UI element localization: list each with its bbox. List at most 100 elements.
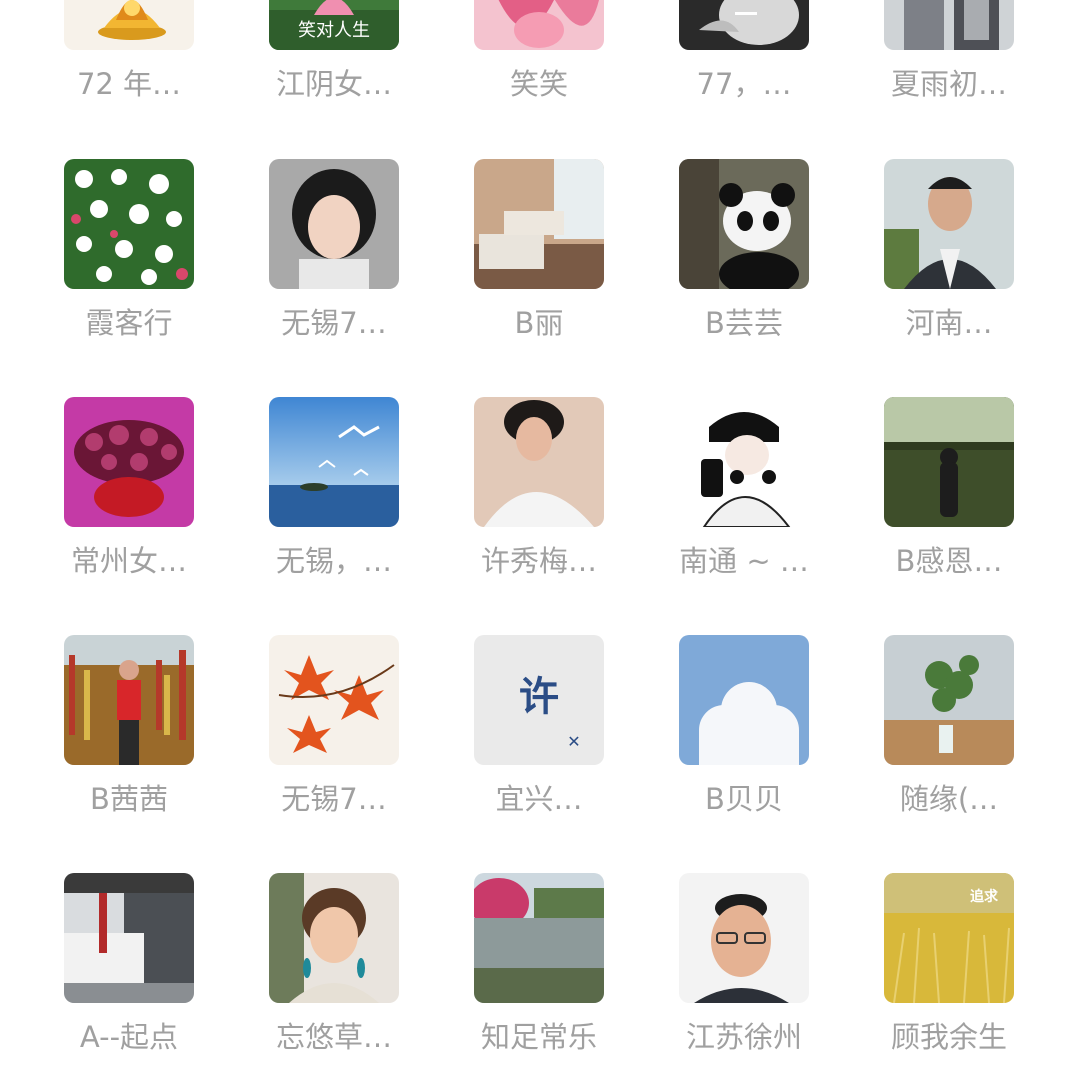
member-item[interactable]: B丽	[454, 159, 624, 340]
plant-vase-image	[884, 635, 1014, 765]
member-item[interactable]: 无锡7…	[249, 159, 419, 340]
member-avatar[interactable]	[64, 159, 194, 289]
member-item[interactable]: B感恩…	[864, 397, 1034, 578]
member-item[interactable]: 77，…	[659, 0, 829, 101]
member-avatar[interactable]	[64, 873, 194, 1003]
member-avatar[interactable]	[64, 397, 194, 527]
purple-flowers-image	[64, 397, 194, 527]
seagulls-sea-image	[269, 397, 399, 527]
pink-lotus-image: 笑对人生	[269, 0, 399, 50]
member-avatar[interactable]	[884, 635, 1014, 765]
member-avatar[interactable]	[679, 635, 809, 765]
member-avatar[interactable]	[884, 0, 1014, 50]
member-name: 许秀梅…	[480, 544, 597, 578]
member-name: 知足常乐	[480, 1020, 597, 1054]
member-item[interactable]: B贝贝	[659, 635, 829, 816]
woman-earrings-image	[269, 873, 399, 1003]
member-avatar[interactable]	[474, 397, 604, 527]
man-portrait-image	[884, 159, 1014, 289]
member-name: B丽	[514, 306, 564, 340]
member-name: 77，…	[696, 67, 792, 101]
member-avatar[interactable]	[679, 159, 809, 289]
member-item[interactable]: 笑对人生 江阴女…	[249, 0, 419, 101]
cloud-sky-image	[679, 635, 809, 765]
member-item[interactable]: 追求 顾我余生	[864, 873, 1034, 1054]
member-name: 顾我余生	[890, 1020, 1007, 1054]
member-avatar[interactable]	[474, 0, 604, 50]
member-item[interactable]: 许 ✕ 宜兴…	[454, 635, 624, 816]
member-avatar[interactable]	[474, 873, 604, 1003]
member-avatar[interactable]	[679, 0, 809, 50]
member-name: 无锡7…	[281, 782, 387, 816]
person-image	[884, 0, 1014, 50]
woman-portrait-image	[269, 159, 399, 289]
member-avatar[interactable]	[884, 397, 1014, 527]
member-name: 江阴女…	[275, 67, 392, 101]
member-avatar[interactable]	[679, 397, 809, 527]
member-name: 南通 ~ …	[679, 544, 809, 578]
member-avatar[interactable]: 追求	[884, 873, 1014, 1003]
member-item[interactable]: A--起点	[44, 873, 214, 1054]
member-avatar[interactable]	[64, 0, 194, 50]
member-avatar[interactable]	[64, 635, 194, 765]
hotel-room-image	[474, 159, 604, 289]
member-item[interactable]: 常州女…	[44, 397, 214, 578]
member-avatar[interactable]	[474, 159, 604, 289]
member-item[interactable]: B茜茜	[44, 635, 214, 816]
member-name: 无锡7…	[281, 306, 387, 340]
member-name: 笑笑	[509, 67, 568, 101]
member-name: 无锡，…	[275, 544, 392, 578]
member-item[interactable]: 江苏徐州	[659, 873, 829, 1054]
member-name: B茜茜	[90, 782, 168, 816]
member-item[interactable]: B芸芸	[659, 159, 829, 340]
member-avatar[interactable]	[884, 159, 1014, 289]
member-name: 夏雨初…	[890, 67, 1007, 101]
member-item[interactable]: 夏雨初…	[864, 0, 1034, 101]
member-item[interactable]: 河南…	[864, 159, 1034, 340]
member-name: B贝贝	[705, 782, 783, 816]
member-name: B芸芸	[705, 306, 783, 340]
member-avatar[interactable]	[269, 635, 399, 765]
member-avatar[interactable]: 笑对人生	[269, 0, 399, 50]
member-item[interactable]: 笑笑	[454, 0, 624, 101]
member-item[interactable]: 72 年…	[44, 0, 214, 101]
member-item[interactable]: 忘悠草…	[249, 873, 419, 1054]
panda-image	[679, 159, 809, 289]
member-item[interactable]: 知足常乐	[454, 873, 624, 1054]
member-item[interactable]: 霞客行	[44, 159, 214, 340]
pink-petals-image	[474, 0, 604, 50]
member-name: 随缘(…	[899, 782, 999, 816]
svg-text:✕: ✕	[567, 732, 580, 751]
building-image	[64, 873, 194, 1003]
member-name: 忘悠草…	[275, 1020, 392, 1054]
member-name: 河南…	[905, 306, 993, 340]
overlay-text: 追求	[970, 888, 999, 905]
member-avatar[interactable]	[679, 873, 809, 1003]
member-avatar[interactable]	[269, 159, 399, 289]
member-avatar[interactable]	[269, 397, 399, 527]
member-item[interactable]: 许秀梅…	[454, 397, 624, 578]
golden-lotus-image	[64, 0, 194, 50]
overlay-text: 笑对人生	[298, 20, 370, 41]
xu-character-image: 许 ✕	[474, 635, 604, 765]
member-name: A--起点	[79, 1020, 179, 1054]
member-item[interactable]: 南通 ~ …	[659, 397, 829, 578]
member-name: 宜兴…	[495, 782, 583, 816]
group-members-grid: 72 年… 笑对人生 江阴女… 笑笑 77，… 夏雨初… 霞客行 无锡7… B丽…	[0, 0, 1080, 1080]
member-avatar[interactable]: 许 ✕	[474, 635, 604, 765]
black-white-smoking-image	[679, 0, 809, 50]
member-name: 霞客行	[85, 306, 173, 340]
woman-flower-field-image	[64, 635, 194, 765]
maple-leaves-image	[269, 635, 399, 765]
member-name: 72 年…	[76, 67, 182, 101]
blossom-river-image	[474, 873, 604, 1003]
member-name: 常州女…	[70, 544, 187, 578]
man-glasses-image	[679, 873, 809, 1003]
silhouette-field-image	[884, 397, 1014, 527]
overlay-text: 许	[519, 674, 559, 720]
member-item[interactable]: 随缘(…	[864, 635, 1034, 816]
white-roses-image	[64, 159, 194, 289]
member-item[interactable]: 无锡，…	[249, 397, 419, 578]
member-item[interactable]: 无锡7…	[249, 635, 419, 816]
member-avatar[interactable]	[269, 873, 399, 1003]
